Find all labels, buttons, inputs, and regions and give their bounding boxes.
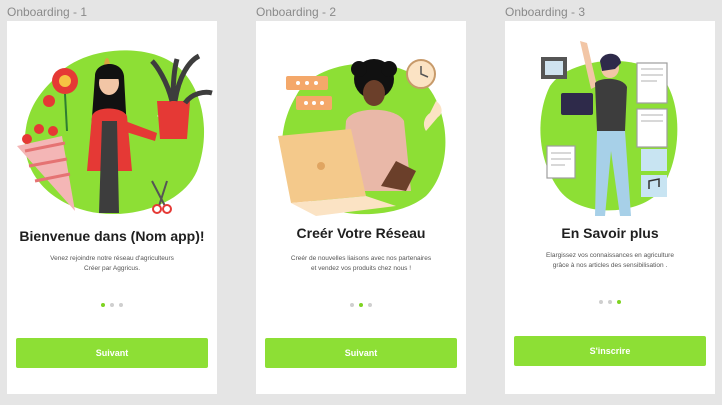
signup-button[interactable]: S'inscrire <box>514 336 706 366</box>
next-button[interactable]: Suivant <box>265 338 457 368</box>
onboarding-subtitle-line-2: grâce à nos articles des sensibilisation… <box>552 262 668 269</box>
page-dot-1[interactable] <box>101 303 105 307</box>
next-button[interactable]: Suivant <box>16 338 208 368</box>
onboarding-subtitle-line-2: et vendez vos produits chez nous ! <box>310 265 412 272</box>
page-dot-3[interactable] <box>119 303 123 307</box>
frame-label-onboarding-1: Onboarding - 1 <box>7 5 88 19</box>
onboarding-title: En Savoir plus <box>561 225 659 241</box>
frame-label-onboarding-2: Onboarding - 2 <box>256 5 337 19</box>
onboarding-subtitle: Creér de nouvelles liaisons avec nos par… <box>271 254 451 274</box>
onboarding-subtitle: Elargissez vos connaissances en agricult… <box>520 251 700 271</box>
learning-woman-laptop-illustration <box>540 41 678 216</box>
page-dot-2[interactable] <box>608 300 612 304</box>
frame-label-onboarding-3: Onboarding - 3 <box>505 5 586 19</box>
onboarding-subtitle-line-2: Créer par Aggricus. <box>84 265 140 272</box>
page-dot-1[interactable] <box>599 300 603 304</box>
page-dot-3[interactable] <box>368 303 372 307</box>
page-indicator <box>7 303 217 307</box>
onboarding-screen-3: En Savoir plus Elargissez vos connaissan… <box>505 21 715 394</box>
page-dot-2[interactable] <box>110 303 114 307</box>
page-indicator <box>505 300 715 304</box>
networking-woman-laptop-illustration <box>278 59 446 216</box>
onboarding-subtitle: Venez rejoindre notre réseau d'agriculte… <box>22 254 202 274</box>
page-indicator <box>256 303 466 307</box>
onboarding-title: Bienvenue dans (Nom app)! <box>19 228 205 244</box>
onboarding-title: Creér Votre Réseau <box>296 225 426 241</box>
farmer-woman-with-plants-illustration <box>17 50 213 215</box>
page-dot-3[interactable] <box>617 300 621 304</box>
page-dot-2[interactable] <box>359 303 363 307</box>
page-dot-1[interactable] <box>350 303 354 307</box>
onboarding-subtitle-line-1: Creér de nouvelles liaisons avec nos par… <box>290 255 432 262</box>
onboarding-subtitle-line-1: Venez rejoindre notre réseau d'agriculte… <box>50 255 174 262</box>
onboarding-screen-1: Bienvenue dans (Nom app)! Venez rejoindr… <box>7 21 217 394</box>
onboarding-subtitle-line-1: Elargissez vos connaissances en agricult… <box>546 252 674 259</box>
onboarding-screen-2: Creér Votre Réseau Creér de nouvelles li… <box>256 21 466 394</box>
